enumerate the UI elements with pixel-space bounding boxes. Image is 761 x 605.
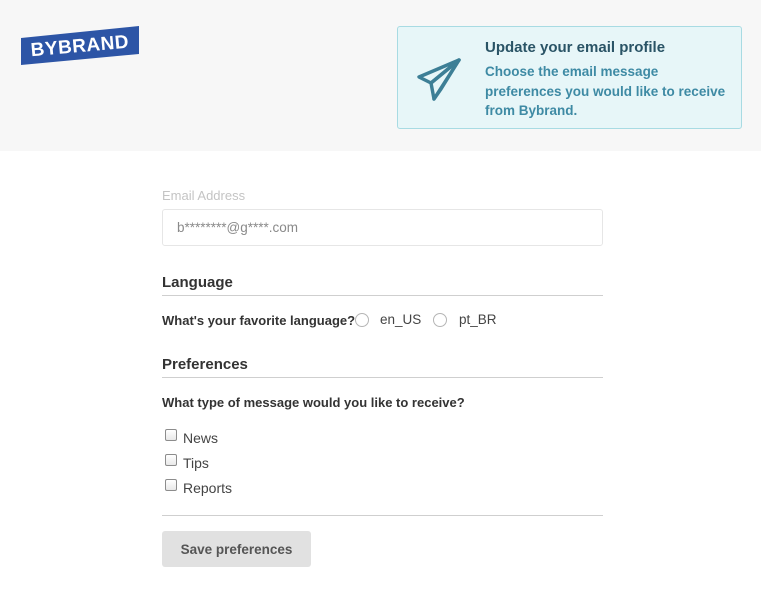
language-heading: Language — [162, 274, 233, 291]
save-preferences-button[interactable]: Save preferences — [162, 531, 311, 567]
notice-description: Choose the email message preferences you… — [485, 64, 726, 118]
email-field[interactable] — [162, 209, 603, 246]
language-question: What's your favorite language? — [162, 313, 356, 328]
radio-en-us[interactable] — [355, 313, 369, 327]
radio-pt-br-label[interactable]: pt_BR — [459, 312, 497, 327]
notice-title: Update your email profile — [485, 39, 666, 56]
checkbox-news[interactable] — [165, 429, 177, 441]
checkbox-reports[interactable] — [165, 479, 177, 491]
bybrand-logo[interactable]: BYBRAND — [21, 26, 139, 65]
preferences-divider — [162, 377, 603, 378]
preferences-question: What type of message would you like to r… — [162, 395, 465, 410]
paper-plane-icon — [416, 57, 462, 103]
checkbox-news-label[interactable]: News — [183, 430, 218, 446]
language-divider — [162, 295, 603, 296]
checkbox-tips-label[interactable]: Tips — [183, 455, 209, 471]
preferences-heading: Preferences — [162, 356, 248, 373]
email-label: Email Address — [162, 188, 246, 203]
radio-pt-br[interactable] — [433, 313, 447, 327]
radio-en-us-label[interactable]: en_US — [380, 312, 421, 327]
checkbox-tips[interactable] — [165, 454, 177, 466]
update-profile-notice: Update your email profile Choose the ema… — [397, 26, 742, 129]
checkbox-reports-label[interactable]: Reports — [183, 480, 232, 496]
form-divider — [162, 515, 603, 516]
